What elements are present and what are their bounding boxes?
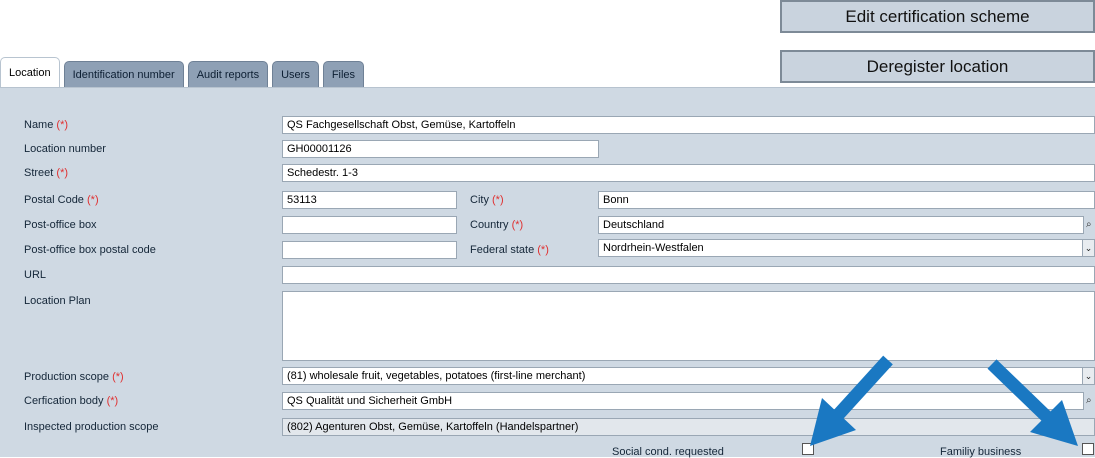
- arrow-down-left-icon: [810, 355, 893, 446]
- arrow-down-right-icon: [987, 359, 1078, 446]
- annotation-arrows: [810, 355, 1078, 446]
